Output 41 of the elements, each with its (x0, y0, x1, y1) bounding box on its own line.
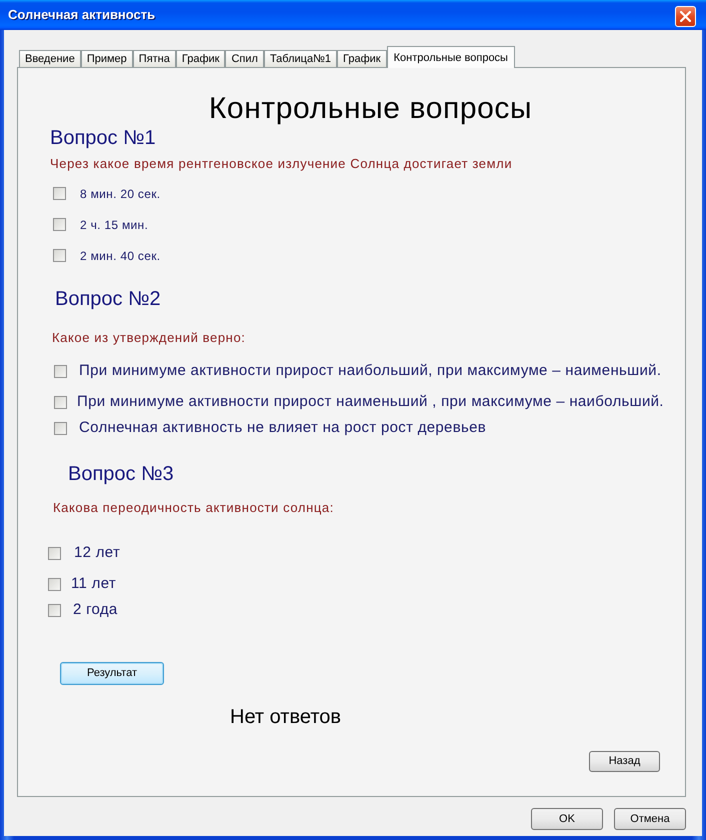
tab[interactable]: График (337, 50, 387, 67)
question-text: Какова переодичность активности солнца: (53, 500, 334, 516)
question-heading: Вопрос №3 (68, 462, 174, 486)
checkbox[interactable] (48, 546, 61, 560)
tab[interactable]: Спил (225, 50, 264, 67)
close-button[interactable] (675, 6, 696, 26)
option-label: 2 мин. 40 сек. (80, 248, 160, 264)
dialog-button[interactable]: Отмена (614, 808, 686, 830)
tab[interactable]: Контрольные вопросы (386, 46, 515, 68)
checkbox[interactable] (48, 604, 61, 616)
option-label: 12 лет (74, 542, 120, 563)
result-button[interactable]: Результат (60, 662, 164, 685)
option-label: Солнечная активность не влияет на рост рост деревьев (79, 418, 486, 438)
checkbox[interactable] (54, 422, 67, 434)
tab[interactable]: Таблица№1 (264, 50, 337, 67)
checkbox[interactable] (48, 578, 61, 590)
question-heading: Вопрос №1 (50, 126, 156, 150)
question-text: Какое из утверждений верно: (52, 330, 246, 346)
option-label: 11 лет (71, 574, 116, 594)
checkbox[interactable] (54, 364, 67, 378)
option-label: При минимуме активности прирост наибольший, при максимуме – наименьший. (79, 360, 662, 381)
checkbox[interactable] (54, 396, 67, 408)
question-text: Через какое время рентгеновское излучение Солнца достигает земли (50, 156, 512, 172)
tab[interactable]: График (176, 50, 226, 67)
close-icon (680, 10, 691, 22)
page-title: Контрольные вопросы (208, 92, 534, 126)
option-label: При минимуме активности прирост наименьший , при максимуме – наибольший. (77, 392, 664, 412)
checkbox[interactable] (53, 187, 66, 200)
option-label: 8 мин. 20 сек. (80, 186, 160, 202)
tab[interactable]: Пример (80, 50, 133, 67)
tab[interactable]: Пятна (132, 50, 176, 67)
question-heading: Вопрос №2 (55, 287, 161, 311)
result-text: Нет ответов (230, 705, 342, 729)
checkbox[interactable] (53, 249, 66, 262)
checkbox[interactable] (53, 218, 66, 231)
back-button[interactable]: Назад (589, 751, 660, 772)
window-title: Солнечная активность (8, 6, 156, 24)
tab[interactable]: Введение (19, 50, 81, 67)
dialog-button[interactable]: OK (531, 808, 603, 830)
option-label: 2 ч. 15 мин. (80, 216, 148, 234)
option-label: 2 года (73, 600, 118, 620)
